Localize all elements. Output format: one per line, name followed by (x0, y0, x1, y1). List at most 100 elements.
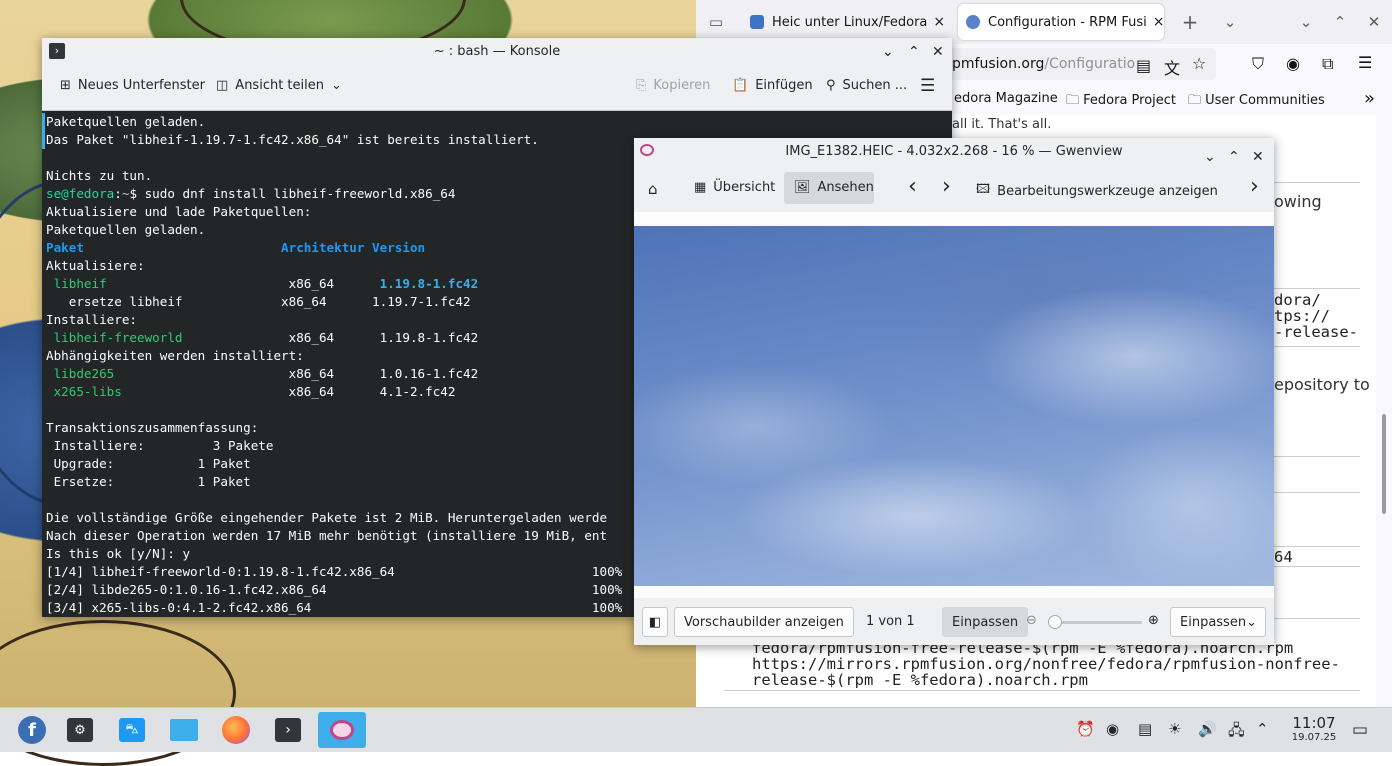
next-image-button[interactable]: › (942, 174, 951, 199)
copy-icon: ⎘ (636, 78, 647, 93)
tab-favicon-icon (966, 15, 980, 29)
maximize-button[interactable]: ⌃ (1326, 8, 1354, 36)
previous-image-button[interactable]: ‹ (908, 174, 917, 199)
brightness-icon[interactable]: ☀ (1168, 720, 1181, 738)
page-scrollbar[interactable] (1380, 114, 1388, 707)
minimize-button[interactable]: ⌄ (1292, 8, 1320, 36)
image-viewport-margin (634, 212, 1274, 226)
copy-button[interactable]: ⎘ Kopieren (636, 78, 710, 93)
clipboard-icon[interactable]: ▤ (1138, 720, 1152, 738)
terminal-line: libheif-freeworld x86_64 1.19.8-1.fc42 (46, 329, 479, 347)
terminal-text: x86_64 4.1-2.fc42 (121, 384, 456, 399)
terminal-text: Installiere: 3 Pakete (46, 438, 274, 453)
zoom-slider[interactable] (1048, 615, 1142, 629)
scrollbar-thumb[interactable] (1382, 414, 1386, 514)
hamburger-menu-icon[interactable]: ☰ (920, 76, 935, 96)
window-title: ~ : bash — Konsole (433, 44, 561, 59)
show-desktop-icon[interactable]: ▭ (1352, 720, 1368, 740)
minimize-button[interactable]: ⌄ (882, 38, 894, 66)
notifications-icon[interactable]: ⏰ (1076, 720, 1095, 738)
terminal-text: Paketquellen geladen. (46, 222, 206, 237)
clock[interactable]: 11:07 19.07.25 (1284, 714, 1344, 744)
terminal-line: Paketquellen geladen. (46, 113, 205, 131)
view-button[interactable]: 🖼 Ansehen (794, 180, 874, 195)
terminal-line: Aktualisiere: (46, 257, 145, 275)
bookmarks-overflow-icon[interactable]: » (1364, 88, 1375, 109)
tab-close-icon[interactable]: × (1147, 14, 1164, 30)
close-button[interactable]: ✕ (1360, 8, 1388, 36)
konsole-app-icon: › (49, 43, 65, 59)
new-tab-icon: ⊞ (60, 78, 71, 93)
reader-view-icon[interactable]: ▤ (1136, 56, 1151, 75)
terminal-text: x86_64 (106, 276, 380, 291)
bookmark-star-icon[interactable]: ☆ (1192, 54, 1206, 73)
account-icon[interactable]: ◉ (1286, 54, 1300, 73)
terminal-line: Upgrade: 1 Paket (46, 455, 251, 473)
terminal-line: Nichts zu tun. (46, 167, 152, 185)
terminal-text: Abhängigkeiten werden installiert: (46, 348, 304, 363)
tab-heic-linux[interactable]: Heic unter Linux/Fedora × (742, 4, 948, 40)
terminal-line: Nach dieser Operation werden 17 MiB mehr… (46, 527, 607, 545)
clock-time: 11:07 (1292, 714, 1336, 732)
home-icon[interactable]: ⌂ (648, 180, 658, 198)
extensions-icon[interactable]: ⧉ (1322, 54, 1333, 74)
taskbar: f ⚙ ⛍ › ⏰ ◉ ▤ ☀ 🔊 🖧 ⌃ 11:07 19.07.25 ▭ (0, 707, 1392, 752)
button-label: Ansehen (817, 180, 874, 195)
gwenview-icon[interactable] (318, 712, 366, 748)
system-settings-icon[interactable]: ⚙ (62, 712, 98, 748)
tab-rpm-fusion-config[interactable]: Configuration - RPM Fusi × (958, 4, 1164, 40)
konsole-icon[interactable]: › (270, 712, 306, 748)
terminal-line: Das Paket "libheif-1.19.7-1.fc42.x86_64"… (46, 131, 539, 149)
konsole-title-bar[interactable]: › ~ : bash — Konsole ⌄ ⌃ ✕ (42, 38, 952, 66)
bookmark-fedora-magazine[interactable]: edora Magazine (954, 91, 1058, 106)
fedora-launcher-icon[interactable]: f (14, 712, 50, 748)
konsole-toolbar: ⊞ Neues Unterfenster ◫ Ansicht teilen ⌄ ⎘ Ko… (42, 66, 952, 111)
close-button[interactable]: ✕ (932, 38, 944, 66)
discover-icon[interactable]: ⛍ (114, 712, 150, 748)
tray-expand-icon[interactable]: ⌃ (1256, 720, 1269, 738)
folder-icon: 🗀 (1188, 93, 1206, 108)
split-view-button[interactable]: ◫ Ansicht teilen ⌄ (216, 78, 342, 93)
bookmark-user-communities[interactable]: 🗀 User Communities (1188, 91, 1325, 113)
new-tab-button[interactable]: + (1176, 8, 1204, 36)
dolphin-icon[interactable] (166, 712, 202, 748)
search-button[interactable]: ⚲ Suchen ... (826, 78, 907, 93)
translate-icon[interactable]: 文 (1164, 55, 1180, 79)
terminal-text: Ersetze: 1 Paket (46, 474, 251, 489)
firefox-view-icon[interactable]: ▭ (702, 8, 730, 36)
bookmark-fedora-project[interactable]: 🗀 Fedora Project (1066, 91, 1176, 113)
clock-date: 19.07.25 (1291, 732, 1337, 743)
window-title: IMG_E1382.HEIC - 4.032x2.268 - 16 % — Gw… (785, 144, 1123, 159)
image-display[interactable] (634, 226, 1274, 586)
gwenview-app-icon (640, 144, 654, 156)
network-icon[interactable]: 🖧 (1228, 720, 1245, 745)
terminal-text: Paketquellen geladen. (46, 114, 206, 129)
firefox-icon[interactable] (218, 712, 254, 748)
terminal-text: Architektur Version (281, 240, 426, 255)
updates-icon[interactable]: ◉ (1106, 720, 1119, 738)
sidebar-toggle-icon[interactable]: ◧ (642, 607, 668, 637)
terminal-line: [3/4] x265-libs-0:4.1-2.fc42.x86_64 100% (46, 599, 622, 617)
tab-close-icon[interactable]: × (927, 14, 945, 30)
new-tab-button[interactable]: ⊞ Neues Unterfenster (60, 78, 205, 93)
edit-tools-button[interactable]: 🖾 Bearbeitungswerkzeuge anzeigen (976, 180, 1218, 202)
terminal-text: Aktualisiere: (46, 258, 145, 273)
terminal-line: se@fedora:~$ sudo dnf install libheif-fr… (46, 185, 455, 203)
overview-button[interactable]: ▦ Übersicht (694, 180, 775, 195)
maximize-button[interactable]: ⌃ (908, 38, 920, 66)
tab-list-button[interactable]: ⌄ (1216, 8, 1244, 36)
terminal-text: : (114, 186, 122, 201)
pocket-icon[interactable]: ⛉ (1252, 54, 1264, 74)
zoom-in-icon[interactable]: ⊕ (1148, 613, 1159, 628)
volume-icon[interactable]: 🔊 (1198, 720, 1217, 738)
zoom-slider-handle[interactable] (1048, 615, 1062, 629)
gwenview-title-bar[interactable]: IMG_E1382.HEIC - 4.032x2.268 - 16 % — Gw… (634, 138, 1274, 166)
zoom-out-icon[interactable]: ⊖ (1026, 613, 1037, 628)
fit-button[interactable]: Einpassen (942, 607, 1029, 637)
paste-button[interactable]: 📋 Einfügen (732, 78, 813, 93)
show-thumbnails-button[interactable]: Vorschaubilder anzeigen (674, 607, 854, 637)
menu-icon[interactable]: ☰ (1358, 53, 1372, 72)
terminal-text: Nach dieser Operation werden 17 MiB mehr… (46, 528, 608, 543)
zoom-select[interactable]: Einpassen ⌄ (1170, 607, 1266, 637)
toolbar-overflow-button[interactable]: › (1250, 174, 1259, 199)
